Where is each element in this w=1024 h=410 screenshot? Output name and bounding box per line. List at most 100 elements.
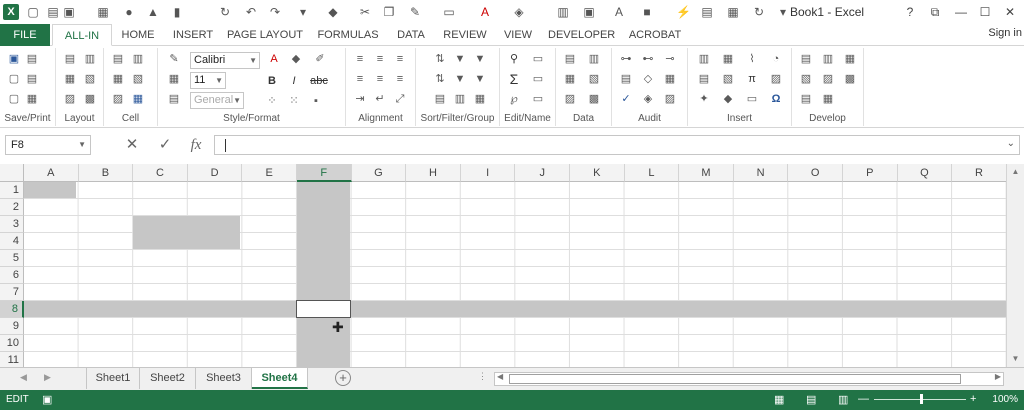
merge-icon[interactable]: ▦: [726, 5, 740, 19]
italic-button[interactable]: I: [286, 74, 302, 88]
cut-icon[interactable]: ✂: [358, 5, 372, 19]
hyperlink-icon[interactable]: ◆: [720, 92, 736, 106]
tab-view[interactable]: VIEW: [500, 24, 536, 46]
circle-icon[interactable]: ●: [122, 5, 136, 19]
flash-icon[interactable]: ⚡: [676, 5, 691, 19]
insert-row-icon[interactable]: ▦: [110, 72, 126, 86]
autosum-button[interactable]: Σ: [506, 72, 522, 86]
column-header-g[interactable]: G: [351, 164, 407, 182]
sort-ascending-icon[interactable]: ⇅: [432, 52, 448, 66]
format-painter-icon[interactable]: ✎: [408, 5, 422, 19]
sheet-tab-sheet1[interactable]: Sheet1: [86, 368, 140, 389]
spreadsheet-icon[interactable]: ▦: [96, 5, 110, 19]
sheet-tab-sheet2[interactable]: Sheet2: [140, 368, 196, 389]
new-document-icon[interactable]: ▢: [26, 5, 40, 19]
orientation-text-icon[interactable]: ⤢: [392, 92, 408, 106]
column-header-h[interactable]: H: [406, 164, 461, 182]
text-box-icon[interactable]: A: [612, 5, 626, 19]
spelling-icon[interactable]: ✓: [618, 92, 634, 106]
print-preview-icon[interactable]: ▣: [62, 5, 76, 19]
properties-icon[interactable]: ▨: [820, 72, 836, 86]
send-icon[interactable]: ▦: [24, 92, 40, 106]
insert-chart-icon[interactable]: ▥: [696, 52, 712, 66]
font-size-select[interactable]: 11 ▼: [190, 72, 226, 89]
selected-column-f[interactable]: [297, 182, 350, 367]
print-icon[interactable]: ▤: [46, 5, 60, 19]
remove-duplicates-icon[interactable]: ▥: [586, 52, 602, 66]
font-name-select[interactable]: Calibri ▼: [190, 52, 260, 69]
scroll-up-icon[interactable]: ▲: [1007, 164, 1024, 180]
align-left-icon[interactable]: ≡: [352, 52, 368, 66]
tab-all-in[interactable]: ALL-IN: [52, 24, 112, 46]
breaks-icon[interactable]: ▨: [62, 92, 78, 106]
zoom-in-button[interactable]: +: [970, 393, 976, 405]
format-painter-icon[interactable]: ✎: [166, 52, 182, 66]
strikethrough-button[interactable]: abc: [308, 74, 330, 88]
delete-cell-icon[interactable]: ▥: [130, 52, 146, 66]
column-header-f[interactable]: F: [297, 164, 352, 182]
name-manager-icon[interactable]: ▭: [530, 92, 546, 106]
pie-chart-icon[interactable]: ◔: [768, 52, 784, 66]
wrap-text-icon[interactable]: ↵: [372, 92, 388, 106]
fill-series-icon[interactable]: ▭: [530, 72, 546, 86]
symbol-button[interactable]: Ω: [768, 92, 784, 106]
zoom-level[interactable]: 100%: [992, 394, 1018, 405]
scroll-down-icon[interactable]: ▼: [1007, 351, 1024, 367]
repeat-icon[interactable]: ↻: [218, 5, 232, 19]
add-sheet-icon[interactable]: +: [335, 370, 351, 386]
page-layout-view-icon[interactable]: ▤: [806, 393, 816, 406]
find-icon[interactable]: ⚲: [506, 52, 522, 66]
macro-recording-icon[interactable]: ▣: [42, 393, 52, 406]
sheet-tab-sheet3[interactable]: Sheet3: [196, 368, 252, 389]
smartart-icon[interactable]: ✦: [696, 92, 712, 106]
show-formulas-icon[interactable]: ▤: [618, 72, 634, 86]
zoom-slider-thumb[interactable]: [920, 394, 923, 404]
cell-style-icon[interactable]: ▦: [166, 72, 182, 86]
replace-icon[interactable]: ▭: [530, 52, 546, 66]
row-header-5[interactable]: 5: [0, 250, 24, 267]
scroll-thumb[interactable]: [509, 374, 961, 384]
column-header-o[interactable]: O: [788, 164, 843, 182]
row-header-3[interactable]: 3: [0, 216, 24, 233]
align-middle-icon[interactable]: ≡: [372, 72, 388, 86]
expand-formula-icon[interactable]: ⌄: [1007, 138, 1015, 149]
add-ins-icon[interactable]: ▦: [842, 52, 858, 66]
align-center-icon[interactable]: ≡: [372, 52, 388, 66]
indent-icon[interactable]: ⇥: [352, 92, 368, 106]
row-header-6[interactable]: 6: [0, 267, 24, 284]
bold-button[interactable]: B: [264, 74, 280, 88]
row-header-11[interactable]: 11: [0, 352, 24, 367]
save-icon[interactable]: ▣: [6, 52, 22, 66]
evaluate-formula-icon[interactable]: ▦: [662, 72, 678, 86]
align-bottom-icon[interactable]: ≡: [392, 72, 408, 86]
equation-button[interactable]: π: [744, 72, 760, 86]
tab-data[interactable]: DATA: [392, 24, 430, 46]
increase-decimal-icon[interactable]: ⁘: [264, 94, 280, 108]
refresh-icon[interactable]: ↻: [752, 5, 766, 19]
relationships-icon[interactable]: ▩: [586, 92, 602, 106]
picture-icon[interactable]: ▧: [720, 72, 736, 86]
tab-review[interactable]: REVIEW: [440, 24, 490, 46]
tab-file[interactable]: FILE: [0, 24, 50, 46]
vertical-scrollbar[interactable]: ▲ ▼: [1006, 164, 1024, 367]
row-header-10[interactable]: 10: [0, 335, 24, 352]
fill-color-icon[interactable]: ◈: [512, 5, 526, 19]
text-to-columns-icon[interactable]: ▤: [562, 52, 578, 66]
ribbon-display-options-button[interactable]: ⧉: [926, 3, 944, 21]
view-code-icon[interactable]: ▩: [842, 72, 858, 86]
controls-icon[interactable]: ▧: [798, 72, 814, 86]
consolidate-icon[interactable]: ▧: [586, 72, 602, 86]
page-break-preview-icon[interactable]: ▥: [838, 393, 848, 406]
column-header-l[interactable]: L: [624, 164, 680, 182]
tab-developer[interactable]: DEVELOPER: [548, 24, 615, 46]
number-format-select[interactable]: General ▼: [190, 92, 244, 109]
record-macro-icon[interactable]: ▦: [820, 92, 836, 106]
column-header-a[interactable]: A: [24, 164, 79, 182]
save-as-icon[interactable]: ▤: [24, 52, 40, 66]
shapes-icon[interactable]: ▨: [768, 72, 784, 86]
restore-button[interactable]: ☐: [976, 3, 994, 21]
redo-icon[interactable]: ↷: [268, 5, 282, 19]
text-box-icon[interactable]: ▭: [744, 92, 760, 106]
normal-view-icon[interactable]: ▦: [774, 393, 784, 406]
select-all-button[interactable]: [0, 164, 24, 182]
